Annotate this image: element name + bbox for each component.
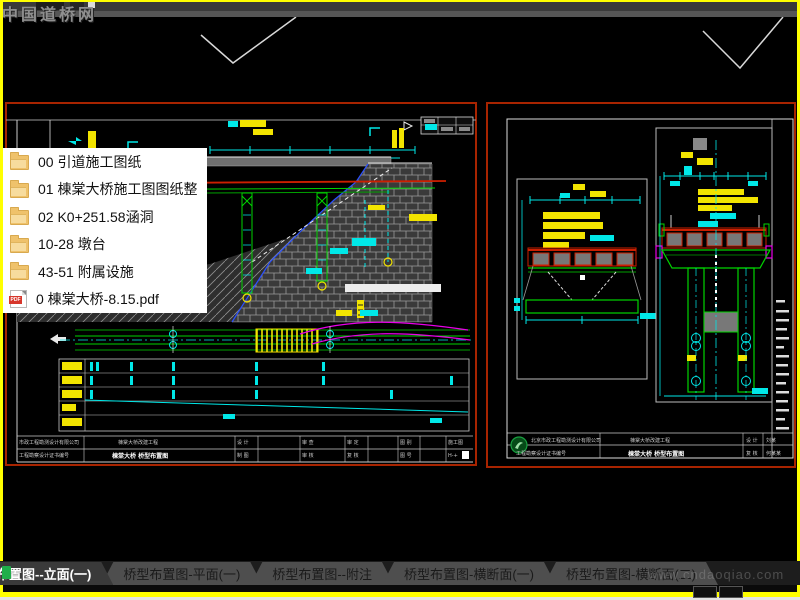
file-item-folder[interactable]: 10-28 墩台 <box>3 231 207 259</box>
svg-text:复 核: 复 核 <box>347 452 359 459</box>
layout-tab-crosssection-1[interactable]: 桥型布置图-横断面(一) <box>382 562 556 585</box>
svg-text:审 核: 审 核 <box>302 452 314 459</box>
site-watermark-url: www.cndaoqiao.com <box>648 567 784 582</box>
taskbar-icon[interactable] <box>2 566 11 579</box>
window-grip[interactable] <box>693 586 717 598</box>
svg-text:刘某: 刘某 <box>766 437 776 444</box>
svg-text:施工图: 施工图 <box>448 439 463 446</box>
svg-text:棟棠大桥改建工程: 棟棠大桥改建工程 <box>118 439 158 446</box>
svg-text:北京市政工程勘测设计有限公司: 北京市政工程勘测设计有限公司 <box>531 437 601 444</box>
svg-text:何某某: 何某某 <box>766 450 781 457</box>
chevron-mark-right <box>703 17 783 68</box>
file-list-popup: 00 引道施工图纸 01 棟棠大桥施工图图纸整 02 K0+251.58涵洞 1… <box>3 148 207 313</box>
text-cursor <box>462 451 469 459</box>
pdf-icon: PDF <box>10 290 27 308</box>
status-strip <box>0 585 800 592</box>
right-title-block: 北京市政工程勘测设计有限公司 工程勘察设计证书编号 棟棠大桥改建工程 棟棠大桥 … <box>507 433 793 458</box>
svg-text:棟棠大桥改建工程: 棟棠大桥改建工程 <box>630 437 670 444</box>
left-title-block: 市政工程勘测设计有限公司 工程勘察设计证书编号 棟棠大桥改建工程 棟棠大桥 桥型… <box>17 436 473 462</box>
folder-icon <box>10 210 29 225</box>
folder-icon <box>10 238 29 253</box>
svg-text:设 计: 设 计 <box>746 437 758 444</box>
cross-section-b <box>656 128 772 402</box>
title-bar <box>0 2 800 11</box>
plan-view <box>50 322 472 353</box>
window-border-top <box>0 0 800 2</box>
svg-text:图 别: 图 别 <box>400 439 412 446</box>
svg-text:制 图: 制 图 <box>237 452 249 459</box>
notes-column <box>772 119 789 458</box>
layout-tab-notes[interactable]: 桥型布置图--附注 <box>250 562 394 585</box>
right-sheet: 北京市政工程勘测设计有限公司 工程勘察设计证书编号 棟棠大桥改建工程 棟棠大桥 … <box>487 103 795 467</box>
chevron-mark-left <box>201 17 296 63</box>
folder-icon <box>10 183 29 198</box>
file-item-folder[interactable]: 00 引道施工图纸 <box>3 148 207 176</box>
svg-text:审 查: 审 查 <box>302 439 314 446</box>
profile-data-table <box>59 359 469 431</box>
file-item-folder[interactable]: 01 棟棠大桥施工图图纸整 <box>3 176 207 204</box>
file-name: 0 棟棠大桥-8.15.pdf <box>36 289 159 309</box>
folder-icon <box>10 155 29 170</box>
window-grip[interactable] <box>719 586 743 598</box>
file-item-folder[interactable]: 43-51 附属设施 <box>3 258 207 286</box>
cross-section-a <box>514 179 656 379</box>
svg-text:复 核: 复 核 <box>746 450 758 457</box>
file-name: 01 棟棠大桥施工图图纸整 <box>38 179 197 199</box>
table-ticks <box>90 362 453 423</box>
svg-text:市政工程勘测设计有限公司: 市政工程勘测设计有限公司 <box>19 439 79 446</box>
svg-text:设 计: 设 计 <box>237 439 249 446</box>
svg-text:审 定: 审 定 <box>347 439 359 446</box>
cad-application-window: 中国道桥网 <box>0 0 800 600</box>
file-name: 00 引道施工图纸 <box>38 152 141 172</box>
window-border-left <box>0 0 3 597</box>
file-name: 10-28 墩台 <box>38 234 106 254</box>
folder-icon <box>10 265 29 280</box>
file-name: 43-51 附属设施 <box>38 262 134 282</box>
file-name: 02 K0+251.58涵洞 <box>38 207 154 227</box>
file-item-pdf[interactable]: PDF 0 棟棠大桥-8.15.pdf <box>3 286 207 314</box>
site-watermark: 中国道桥网 <box>2 1 97 25</box>
layout-tab-elevation[interactable]: 桥型布置图--立面(一) <box>0 562 113 585</box>
svg-text:工程勘察设计证书编号: 工程勘察设计证书编号 <box>19 452 69 459</box>
file-item-folder[interactable]: 02 K0+251.58涵洞 <box>3 203 207 231</box>
layout-tab-plan[interactable]: 桥型布置图-平面(一) <box>101 562 262 585</box>
svg-text:棟棠大桥 桥型布置图: 棟棠大桥 桥型布置图 <box>628 450 684 458</box>
svg-text:H-+: H-+ <box>448 453 458 459</box>
svg-text:棟棠大桥 桥型布置图: 棟棠大桥 桥型布置图 <box>112 452 168 460</box>
svg-text:工程勘察设计证书编号: 工程勘察设计证书编号 <box>516 450 566 457</box>
svg-text:图 号: 图 号 <box>400 453 412 459</box>
